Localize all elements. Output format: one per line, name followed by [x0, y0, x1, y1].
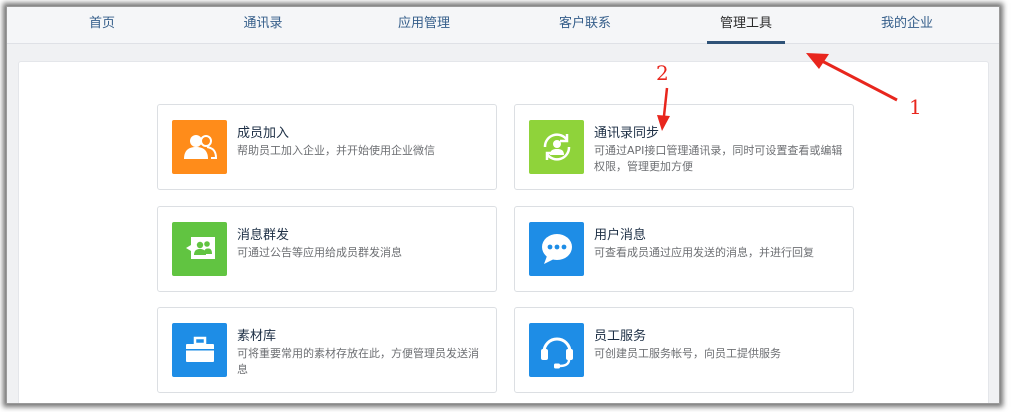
annotation-arrow-2 [657, 87, 670, 131]
annotation-overlay [657, 53, 898, 131]
annotation-label-2: 2 [656, 61, 669, 85]
annotation-arrow-1 [806, 53, 898, 102]
annotation-label-1: 1 [909, 95, 922, 119]
